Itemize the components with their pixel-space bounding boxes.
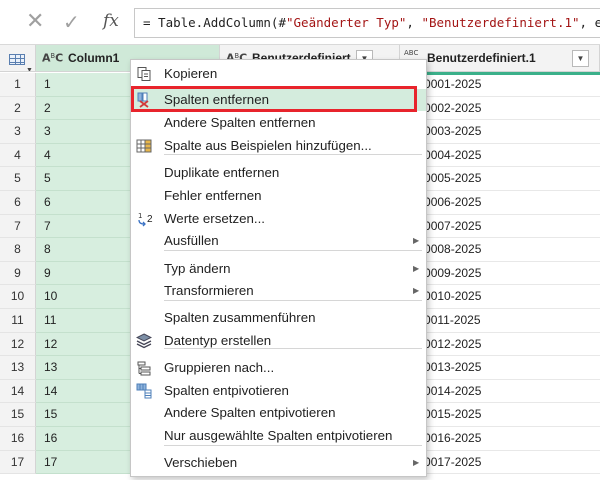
- menu-item-gruppieren-nach[interactable]: Gruppieren nach...: [131, 357, 426, 379]
- menu-item-label: Transformieren: [164, 283, 254, 298]
- cell-benutzerdefiniert-1[interactable]: 0000017-2025: [400, 451, 600, 475]
- menu-item-ausfuellen[interactable]: Ausfüllen ▶: [131, 230, 426, 252]
- menu-item-label: Werte ersetzen...: [164, 211, 265, 226]
- group-by-icon: [136, 360, 152, 376]
- menu-item-label: Spalten entpivotieren: [164, 383, 289, 398]
- column-header-benutzerdefiniert-1[interactable]: ABC123 Benutzerdefiniert.1 ▼: [400, 45, 600, 72]
- text-type-icon[interactable]: ABC: [42, 52, 63, 64]
- menu-item-label: Spalten zusammenführen: [164, 310, 316, 325]
- cell-benutzerdefiniert-1[interactable]: 0000013-2025: [400, 356, 600, 380]
- cell-benutzerdefiniert-1[interactable]: 0000016-2025: [400, 427, 600, 451]
- row-number[interactable]: 13: [0, 356, 36, 380]
- row-number[interactable]: 9: [0, 261, 36, 286]
- menu-item-label: Kopieren: [164, 66, 218, 81]
- row-number[interactable]: 4: [0, 143, 36, 168]
- menu-item-label: Fehler entfernen: [164, 188, 262, 203]
- menu-item-label: Andere Spalten entfernen: [164, 115, 316, 130]
- menu-item-andere-spalten-entfernen[interactable]: Andere Spalten entfernen: [131, 112, 426, 134]
- cell-benutzerdefiniert-1[interactable]: 0000001-2025: [400, 73, 600, 97]
- submenu-arrow-icon: ▶: [413, 286, 420, 295]
- row-number[interactable]: 6: [0, 190, 36, 215]
- svg-text:1: 1: [138, 212, 142, 220]
- cell-benutzerdefiniert-1[interactable]: 0000012-2025: [400, 333, 600, 357]
- row-number[interactable]: 12: [0, 332, 36, 357]
- chevron-down-icon: ▼: [26, 67, 33, 72]
- cell-benutzerdefiniert-1[interactable]: 0000005-2025: [400, 167, 600, 191]
- menu-item-kopieren[interactable]: Kopieren: [131, 63, 426, 85]
- table-menu-button[interactable]: ▼: [0, 45, 36, 72]
- cell-benutzerdefiniert-1[interactable]: 0000007-2025: [400, 215, 600, 239]
- column-filter-button[interactable]: ▼: [572, 50, 589, 67]
- submenu-arrow-icon: ▶: [413, 236, 420, 245]
- menu-item-label: Typ ändern: [164, 261, 231, 276]
- cell-benutzerdefiniert-1[interactable]: 0000009-2025: [400, 262, 600, 286]
- menu-item-label: Spalten entfernen: [164, 92, 269, 107]
- formula-tail: , e: [579, 15, 600, 30]
- row-number[interactable]: 8: [0, 238, 36, 262]
- menu-item-label: Gruppieren nach...: [164, 360, 275, 375]
- fx-icon[interactable]: fx: [103, 11, 119, 31]
- row-number[interactable]: 1: [0, 73, 36, 97]
- menu-item-label: Nur ausgewählte Spalten entpivotieren: [164, 428, 393, 443]
- formula-bar: ✕ ✓ fx = Table.AddColumn(#"Geänderter Ty…: [0, 0, 600, 45]
- row-number[interactable]: 3: [0, 120, 36, 144]
- row-number[interactable]: 16: [0, 426, 36, 451]
- menu-item-andere-spalten-entpivotieren[interactable]: Andere Spalten entpivotieren: [131, 402, 426, 424]
- confirm-formula-icon[interactable]: ✓: [63, 12, 80, 32]
- menu-item-werte-ersetzen[interactable]: 1 2 Werte ersetzen...: [131, 208, 426, 230]
- cell-benutzerdefiniert-1[interactable]: 0000006-2025: [400, 191, 600, 215]
- cell-benutzerdefiniert-1[interactable]: 0000002-2025: [400, 97, 600, 121]
- column-header-label: Benutzerdefiniert.1: [427, 51, 536, 65]
- unpivot-icon: [136, 383, 152, 399]
- row-number[interactable]: 11: [0, 308, 36, 333]
- row-number[interactable]: 17: [0, 450, 36, 475]
- menu-item-label: Spalte aus Beispielen hinzufügen...: [164, 138, 372, 153]
- menu-item-spalte-aus-beispielen-hinzufuegen[interactable]: Spalte aus Beispielen hinzufügen...: [131, 135, 426, 157]
- cell-benutzerdefiniert-1[interactable]: 0000010-2025: [400, 285, 600, 309]
- menu-item-label: Duplikate entfernen: [164, 165, 280, 180]
- cell-benutzerdefiniert-1[interactable]: 0000004-2025: [400, 144, 600, 168]
- cell-benutzerdefiniert-1[interactable]: 0000003-2025: [400, 120, 600, 144]
- replace-values-badge: 2: [147, 214, 153, 225]
- cancel-formula-icon[interactable]: ✕: [26, 11, 44, 33]
- menu-item-nur-ausgewaehlte-spalten-entpivotieren[interactable]: Nur ausgewählte Spalten entpivotieren: [131, 425, 426, 447]
- row-number[interactable]: 5: [0, 167, 36, 191]
- menu-item-spalten-zusammenfuehren[interactable]: Spalten zusammenführen: [131, 307, 426, 329]
- menu-item-datentyp-erstellen[interactable]: Datentyp erstellen: [131, 330, 426, 352]
- cell-benutzerdefiniert-1[interactable]: 0000015-2025: [400, 403, 600, 427]
- column-from-examples-icon: [136, 138, 152, 154]
- menu-item-label: Ausfüllen: [164, 233, 219, 248]
- cell-benutzerdefiniert-1[interactable]: 0000008-2025: [400, 238, 600, 262]
- menu-item-typ-aendern[interactable]: Typ ändern ▶: [131, 258, 426, 280]
- table-icon: [9, 54, 25, 65]
- formula-separator: ,: [406, 15, 422, 30]
- cell-benutzerdefiniert-1[interactable]: 0000011-2025: [400, 309, 600, 333]
- submenu-arrow-icon: ▶: [413, 264, 420, 273]
- menu-item-label: Datentyp erstellen: [164, 333, 272, 348]
- formula-input[interactable]: = Table.AddColumn(#"Geänderter Typ", "Be…: [134, 8, 600, 38]
- copy-icon: [136, 66, 152, 82]
- row-number[interactable]: 7: [0, 214, 36, 239]
- formula-string-1: "Geänderter Typ": [286, 15, 407, 30]
- cell-benutzerdefiniert-1[interactable]: 0000014-2025: [400, 380, 600, 404]
- submenu-arrow-icon: ▶: [413, 458, 420, 467]
- formula-prefix: = Table.AddColumn(#: [143, 15, 286, 30]
- menu-item-transformieren[interactable]: Transformieren ▶: [131, 280, 426, 302]
- create-data-type-icon: [135, 333, 153, 349]
- column-context-menu: Kopieren Spalten entfernen Andere Spalten …: [130, 59, 427, 477]
- remove-columns-icon: [136, 92, 152, 108]
- menu-item-duplikate-entfernen[interactable]: Duplikate entfernen: [131, 162, 426, 184]
- menu-item-spalten-entpivotieren[interactable]: Spalten entpivotieren: [131, 380, 426, 402]
- menu-item-label: Andere Spalten entpivotieren: [164, 405, 336, 420]
- menu-item-fehler-entfernen[interactable]: Fehler entfernen: [131, 185, 426, 207]
- menu-item-spalten-entfernen[interactable]: Spalten entfernen: [131, 89, 426, 111]
- column-header-label: Column1: [68, 51, 120, 65]
- row-number[interactable]: 2: [0, 96, 36, 121]
- formula-string-2: "Benutzerdefiniert.1": [421, 15, 580, 30]
- row-number[interactable]: 15: [0, 403, 36, 427]
- row-number[interactable]: 14: [0, 379, 36, 404]
- menu-item-label: Verschieben: [164, 455, 238, 470]
- menu-item-verschieben[interactable]: Verschieben ▶: [131, 452, 426, 474]
- row-number[interactable]: 10: [0, 285, 36, 309]
